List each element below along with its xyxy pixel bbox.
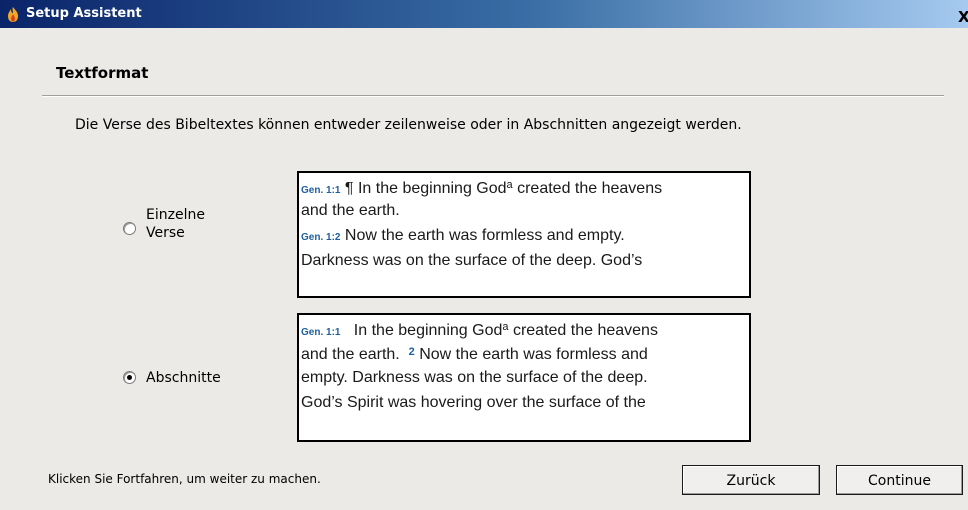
description-text: Die Verse des Bibeltextes können entwede…	[75, 117, 742, 133]
app-icon	[8, 7, 18, 22]
section-title: Textformat	[56, 64, 149, 82]
verse-reference: Gen. 1:2	[301, 232, 341, 243]
preview-paragraphs-line: and the earth. 2 Now the earth was forml…	[299, 340, 749, 365]
option-verses[interactable]: Einzelne Verse	[122, 206, 242, 250]
option-paragraphs[interactable]: Abschnitte	[122, 368, 242, 388]
close-icon[interactable]: X	[958, 9, 968, 25]
preview-verses-line: Gen. 1:1 ¶ In the beginning Goda created…	[299, 173, 749, 198]
verse-text: In the beginning God	[353, 180, 507, 197]
radio-selected-dot	[127, 375, 132, 380]
preview-verses: Gen. 1:1 ¶ In the beginning Goda created…	[297, 171, 751, 298]
preview-verses-line: and the earth.	[301, 202, 400, 219]
verse-reference: Gen. 1:1	[301, 327, 341, 338]
preview-paragraphs-line: empty. Darkness was on the surface of th…	[301, 369, 648, 386]
verse-text: created the heavens	[508, 322, 658, 339]
back-button[interactable]: Zurück	[682, 465, 820, 495]
window-title: Setup Assistent	[26, 6, 142, 21]
footer-hint: Klicken Sie Fortfahren, um weiter zu mac…	[48, 472, 321, 486]
pilcrow-mark: ¶	[344, 180, 354, 197]
radio-verses[interactable]	[123, 222, 136, 235]
verse-reference: Gen. 1:1	[301, 185, 341, 196]
title-bar: Setup Assistent X	[0, 0, 968, 28]
radio-paragraphs[interactable]	[123, 371, 136, 384]
preview-paragraphs-line: God’s Spirit was hovering over the surfa…	[301, 394, 646, 411]
verse-text: Now the earth was formless and	[414, 346, 648, 363]
verse-text: In the beginning God	[340, 322, 503, 339]
section-divider	[42, 95, 944, 97]
radio-verses-label-line1: Einzelne	[146, 207, 205, 223]
radio-verses-label-line2: Verse	[146, 225, 185, 241]
verse-text: Now the earth was formless and empty.	[340, 227, 625, 244]
preview-verses-line: Gen. 1:2 Now the earth was formless and …	[299, 223, 749, 248]
continue-button[interactable]: Continue	[836, 465, 963, 495]
preview-verses-line: Darkness was on the surface of the deep.…	[301, 252, 643, 269]
radio-verses-label[interactable]: Einzelne Verse	[146, 206, 205, 242]
radio-paragraphs-label[interactable]: Abschnitte	[146, 369, 221, 387]
preview-paragraphs-line: Gen. 1:1 In the beginning Goda created t…	[299, 315, 749, 340]
verse-text: and the earth.	[301, 346, 409, 363]
preview-paragraphs: Gen. 1:1 In the beginning Goda created t…	[297, 313, 751, 442]
verse-text: created the heavens	[512, 180, 663, 197]
